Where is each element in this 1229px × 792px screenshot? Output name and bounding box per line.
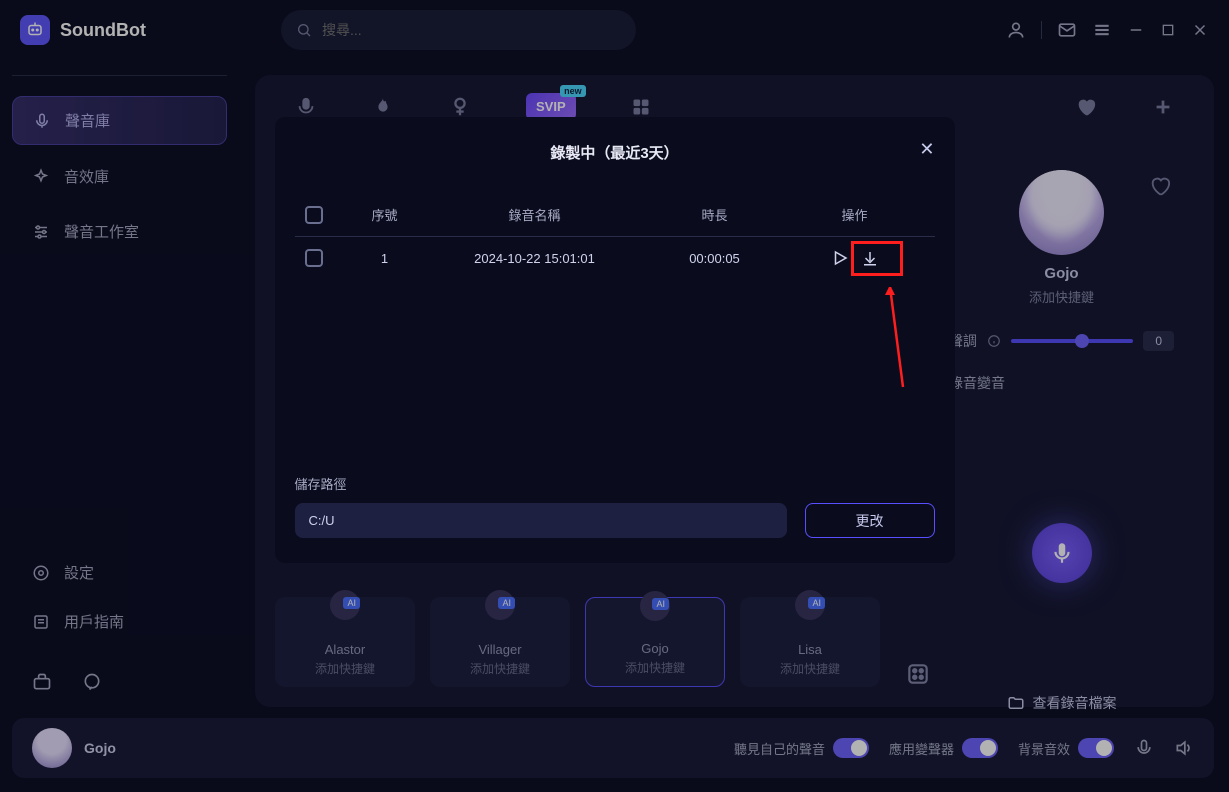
row-duration: 00:00:05 <box>645 251 785 266</box>
annotation-highlight <box>851 241 903 276</box>
modal-overlay: 錄製中（最近3天） ✕ 序號 錄音名稱 時長 操作 1 2024-10-22 1… <box>0 0 1229 792</box>
recordings-table: 序號 錄音名稱 時長 操作 1 2024-10-22 15:01:01 00:0… <box>295 193 935 279</box>
table-header: 序號 錄音名稱 時長 操作 <box>295 193 935 237</box>
header-actions: 操作 <box>785 205 925 224</box>
save-path-section: 儲存路徑 更改 <box>295 474 935 538</box>
play-icon[interactable] <box>831 249 849 267</box>
table-row: 1 2024-10-22 15:01:01 00:00:05 <box>295 237 935 279</box>
row-index: 1 <box>345 251 425 266</box>
change-path-button[interactable]: 更改 <box>805 503 935 538</box>
select-all-checkbox[interactable] <box>305 206 323 224</box>
path-label: 儲存路徑 <box>295 474 935 493</box>
header-index: 序號 <box>345 205 425 224</box>
recording-modal: 錄製中（最近3天） ✕ 序號 錄音名稱 時長 操作 1 2024-10-22 1… <box>275 117 955 563</box>
row-checkbox[interactable] <box>305 249 323 267</box>
header-duration: 時長 <box>645 205 785 224</box>
row-name: 2024-10-22 15:01:01 <box>425 251 645 266</box>
modal-close-button[interactable]: ✕ <box>919 139 934 160</box>
path-input[interactable] <box>295 503 787 538</box>
modal-title: 錄製中（最近3天） <box>295 142 935 163</box>
annotation-arrow <box>865 287 915 397</box>
header-name: 錄音名稱 <box>425 205 645 224</box>
